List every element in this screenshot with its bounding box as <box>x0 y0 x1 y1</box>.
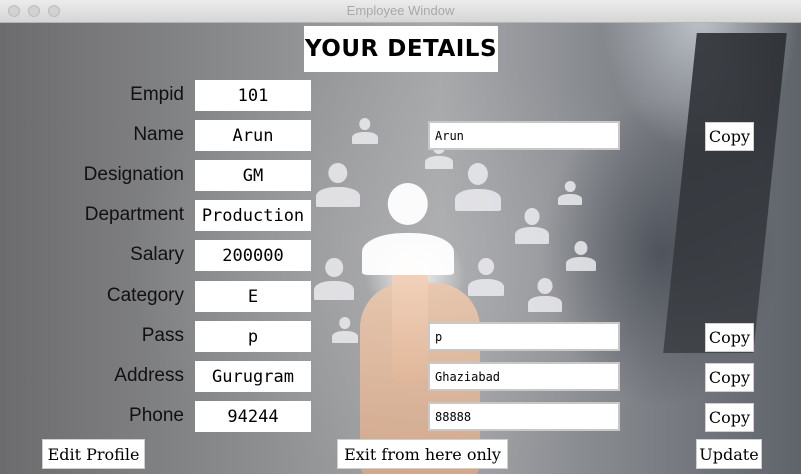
name-value: Arun <box>195 120 311 151</box>
salary-label: Salary <box>130 244 184 265</box>
person-icon <box>528 278 562 312</box>
exit-button[interactable]: Exit from here only <box>337 439 508 469</box>
pass-copy-button[interactable]: Copy <box>705 323 754 352</box>
salary-value: 200000 <box>195 240 311 271</box>
person-icon <box>468 258 504 296</box>
person-icon <box>558 181 582 205</box>
title-bar: Employee Window <box>0 0 801 23</box>
person-icon <box>332 317 358 343</box>
edit-profile-button[interactable]: Edit Profile <box>42 439 145 469</box>
person-icon <box>352 118 378 144</box>
pass-value: p <box>195 321 311 352</box>
person-icon <box>314 258 354 300</box>
category-label: Category <box>106 285 184 306</box>
content-area: YOUR DETAILS Empid 101 Name Arun Arun Co… <box>0 23 801 474</box>
person-icon <box>515 208 549 244</box>
user-icon <box>362 183 454 275</box>
address-input[interactable]: Ghaziabad <box>428 362 620 391</box>
phone-input[interactable]: 88888 <box>428 402 620 431</box>
person-icon <box>566 241 596 271</box>
window-title: Employee Window <box>346 3 455 18</box>
name-input[interactable]: Arun <box>428 121 620 150</box>
category-value: E <box>195 281 311 312</box>
designation-value: GM <box>195 160 311 191</box>
department-label: Department <box>84 204 184 225</box>
address-label: Address <box>114 365 184 386</box>
update-button[interactable]: Update <box>696 439 762 469</box>
phone-label: Phone <box>129 405 184 426</box>
name-label: Name <box>133 124 184 145</box>
person-icon <box>316 163 360 207</box>
page-title: YOUR DETAILS <box>304 26 498 72</box>
pass-label: Pass <box>141 325 184 346</box>
pass-input[interactable]: p <box>428 322 620 351</box>
employee-window: Employee Window YOUR DETAILS Empid 101 N… <box>0 0 801 474</box>
designation-label: Designation <box>83 164 184 185</box>
person-icon <box>455 163 501 211</box>
phone-copy-button[interactable]: Copy <box>705 403 754 432</box>
phone-value: 94244 <box>195 401 311 432</box>
empid-label: Empid <box>130 84 184 105</box>
address-value: Gurugram <box>195 361 311 392</box>
empid-value: 101 <box>195 80 311 111</box>
department-value: Production <box>195 200 311 231</box>
name-copy-button[interactable]: Copy <box>705 122 754 151</box>
address-copy-button[interactable]: Copy <box>705 363 754 392</box>
